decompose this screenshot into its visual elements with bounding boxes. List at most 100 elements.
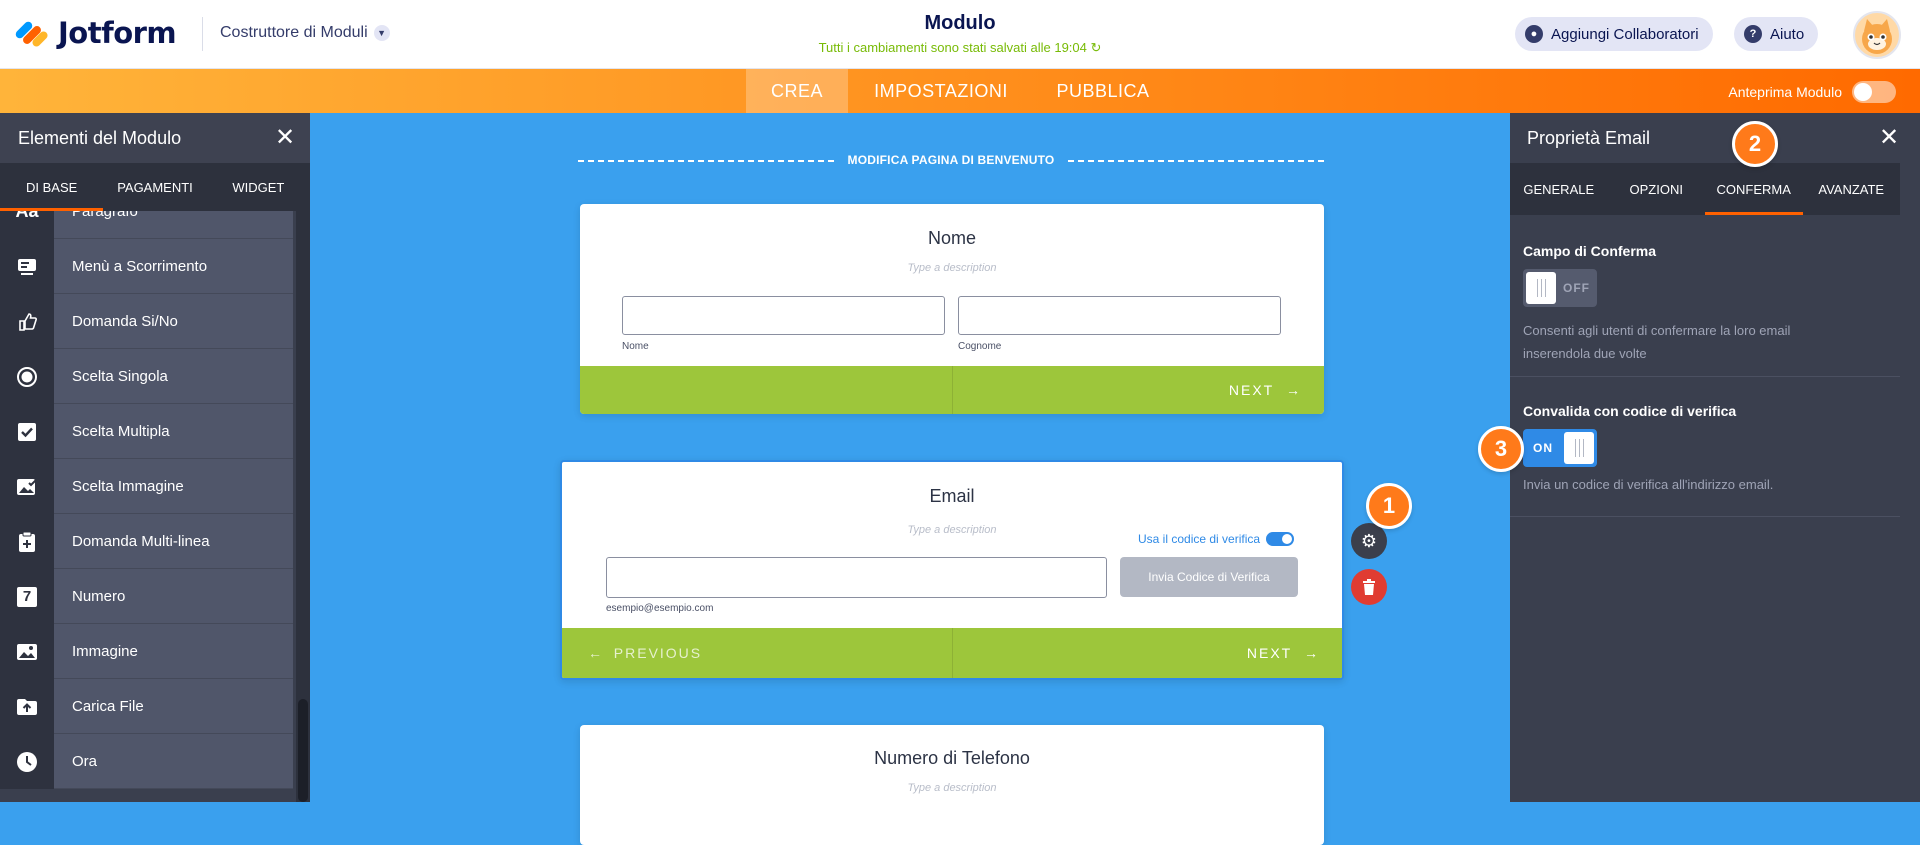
list-item-label: Domanda Multi-linea bbox=[54, 514, 293, 569]
form-elements-header: Elementi del Modulo ✕ bbox=[0, 113, 310, 163]
tab-di-base[interactable]: DI BASE bbox=[0, 163, 104, 211]
email-properties-title: Proprietà Email bbox=[1527, 127, 1651, 148]
builder-menu-label: Costruttore di Moduli bbox=[220, 24, 368, 41]
phone-question[interactable]: Numero di Telefono bbox=[580, 748, 1324, 769]
number-icon: 7 bbox=[0, 569, 54, 624]
list-item[interactable]: Scelta Singola bbox=[0, 349, 293, 404]
last-name-sublabel: Cognome bbox=[958, 341, 1002, 352]
checkbox-icon bbox=[0, 404, 54, 459]
step-badge-2: 2 bbox=[1732, 121, 1778, 167]
list-item-label: Domanda Si/No bbox=[54, 294, 293, 349]
tab-pubblica[interactable]: PUBBLICA bbox=[1040, 69, 1166, 113]
number-icon-glyph: 7 bbox=[17, 586, 37, 607]
header-divider bbox=[202, 17, 203, 51]
verify-code-toggle[interactable]: Usa il codice di verifica bbox=[1138, 532, 1295, 546]
builder-menu[interactable]: Costruttore di Moduli ▼ bbox=[220, 24, 390, 42]
multiline-icon bbox=[0, 514, 54, 569]
email-sublabel: esempio@esempio.com bbox=[606, 603, 714, 614]
preview-toggle[interactable]: Anteprima Modulo bbox=[1728, 81, 1896, 103]
phone-field-card[interactable]: Numero di Telefono Type a description bbox=[580, 725, 1324, 845]
upload-icon bbox=[0, 679, 54, 734]
save-status-text: Tutti i cambiamenti sono stati salvati a… bbox=[818, 40, 1087, 55]
name-field-card[interactable]: Nome Type a description Nome Cognome NEX… bbox=[580, 204, 1324, 414]
cat-avatar-icon bbox=[1862, 19, 1892, 54]
form-canvas: MODIFICA PAGINA DI BENVENUTO Nome Type a… bbox=[310, 113, 1510, 845]
step-badge-1: 1 bbox=[1366, 483, 1412, 529]
last-name-input[interactable] bbox=[958, 296, 1281, 335]
clock-icon bbox=[0, 734, 54, 789]
chevron-down-icon: ▼ bbox=[373, 25, 390, 41]
next-button[interactable]: NEXT → bbox=[1229, 366, 1300, 414]
scrollbar-thumb[interactable] bbox=[298, 699, 308, 802]
next-label: NEXT bbox=[1246, 645, 1293, 661]
email-card-footer: ← PREVIOUS NEXT → bbox=[562, 628, 1342, 678]
close-icon[interactable]: ✕ bbox=[274, 126, 296, 150]
form-elements-panel: Elementi del Modulo ✕ DI BASE PAGAMENTI … bbox=[0, 113, 310, 802]
tab-generale[interactable]: GENERALE bbox=[1510, 163, 1608, 215]
add-collaborators-button[interactable]: ● Aggiungi Collaboratori bbox=[1515, 17, 1713, 51]
first-name-sublabel: Nome bbox=[622, 341, 649, 352]
top-bar: Jotform Costruttore di Moduli ▼ Modulo T… bbox=[0, 0, 1920, 69]
verification-code-label: Convalida con codice di verifica bbox=[1523, 403, 1737, 419]
list-item[interactable]: Domanda Multi-linea bbox=[0, 514, 293, 569]
list-item[interactable]: Domanda Si/No bbox=[0, 294, 293, 349]
delete-field-button[interactable] bbox=[1351, 569, 1387, 605]
tab-conferma[interactable]: CONFERMA bbox=[1705, 163, 1803, 215]
help-label: Aiuto bbox=[1770, 25, 1805, 43]
first-name-input[interactable] bbox=[622, 296, 945, 335]
email-question[interactable]: Email bbox=[562, 486, 1342, 507]
next-button[interactable]: NEXT → bbox=[1247, 628, 1318, 678]
add-collaborators-label: Aggiungi Collaboratori bbox=[1551, 25, 1699, 43]
list-item-label: Scelta Singola bbox=[54, 349, 293, 404]
close-icon[interactable]: ✕ bbox=[1878, 126, 1900, 150]
list-item[interactable]: Scelta Multipla bbox=[0, 404, 293, 459]
tab-impostazioni[interactable]: IMPOSTAZIONI bbox=[860, 69, 1022, 113]
list-item[interactable]: Carica File bbox=[0, 679, 293, 734]
arrow-right-icon: → bbox=[1304, 645, 1318, 661]
list-item[interactable]: Ora bbox=[0, 734, 293, 789]
list-item-label: Carica File bbox=[54, 679, 293, 734]
jotform-logo[interactable]: Jotform bbox=[14, 16, 177, 50]
welcome-page-link[interactable]: MODIFICA PAGINA DI BENVENUTO bbox=[578, 153, 1324, 169]
email-field-card[interactable]: Email Type a description Usa il codice d… bbox=[560, 460, 1344, 680]
list-item[interactable]: Immagine bbox=[0, 624, 293, 679]
preview-label: Anteprima Modulo bbox=[1728, 84, 1842, 100]
verification-code-toggle[interactable]: ON bbox=[1523, 429, 1597, 467]
list-item-label: Paragrafo bbox=[54, 211, 293, 239]
list-item[interactable]: Scelta Immagine bbox=[0, 459, 293, 514]
form-elements-scrollbar[interactable] bbox=[296, 211, 310, 802]
tab-crea[interactable]: CREA bbox=[746, 69, 848, 113]
list-item[interactable]: Aa Paragrafo bbox=[0, 211, 293, 239]
help-button[interactable]: ? Aiuto bbox=[1734, 17, 1819, 51]
name-question[interactable]: Nome bbox=[580, 228, 1324, 249]
tab-pagamenti[interactable]: PAGAMENTI bbox=[103, 163, 206, 211]
name-description[interactable]: Type a description bbox=[580, 262, 1324, 274]
trash-icon bbox=[1363, 579, 1375, 595]
send-verification-code-button[interactable]: Invia Codice di Verifica bbox=[1120, 557, 1298, 597]
preview-switch[interactable] bbox=[1852, 81, 1896, 103]
previous-label: PREVIOUS bbox=[613, 645, 703, 661]
list-item-label: Scelta Immagine bbox=[54, 459, 293, 514]
verify-code-switch[interactable] bbox=[1266, 532, 1295, 546]
avatar[interactable] bbox=[1853, 11, 1901, 59]
confirmation-field-toggle[interactable]: OFF bbox=[1523, 269, 1597, 307]
phone-description[interactable]: Type a description bbox=[580, 782, 1324, 794]
image-icon bbox=[0, 624, 54, 679]
previous-button[interactable]: ← PREVIOUS bbox=[588, 628, 702, 678]
help-icon: ? bbox=[1744, 25, 1762, 43]
properties-tabs: GENERALE OPZIONI CONFERMA AVANZATE bbox=[1510, 163, 1900, 215]
properties-scrollbar[interactable] bbox=[1900, 215, 1920, 802]
list-item[interactable]: Menù a Scorrimento bbox=[0, 239, 293, 294]
user-icon: ● bbox=[1525, 25, 1543, 43]
jotform-logo-icon bbox=[14, 18, 50, 49]
thumb-icon bbox=[0, 294, 54, 349]
tab-avanzate[interactable]: AVANZATE bbox=[1803, 163, 1901, 215]
text-icon: Aa bbox=[0, 211, 54, 239]
field-properties-button[interactable]: ⚙ bbox=[1351, 523, 1387, 559]
email-input[interactable] bbox=[606, 557, 1107, 598]
form-elements-list: Aa Paragrafo Menù a Scorrimento Domanda … bbox=[0, 211, 293, 802]
tab-opzioni[interactable]: OPZIONI bbox=[1608, 163, 1706, 215]
verification-code-state: ON bbox=[1533, 441, 1553, 455]
list-item[interactable]: 7 Numero bbox=[0, 569, 293, 624]
tab-widget[interactable]: WIDGET bbox=[207, 163, 310, 211]
